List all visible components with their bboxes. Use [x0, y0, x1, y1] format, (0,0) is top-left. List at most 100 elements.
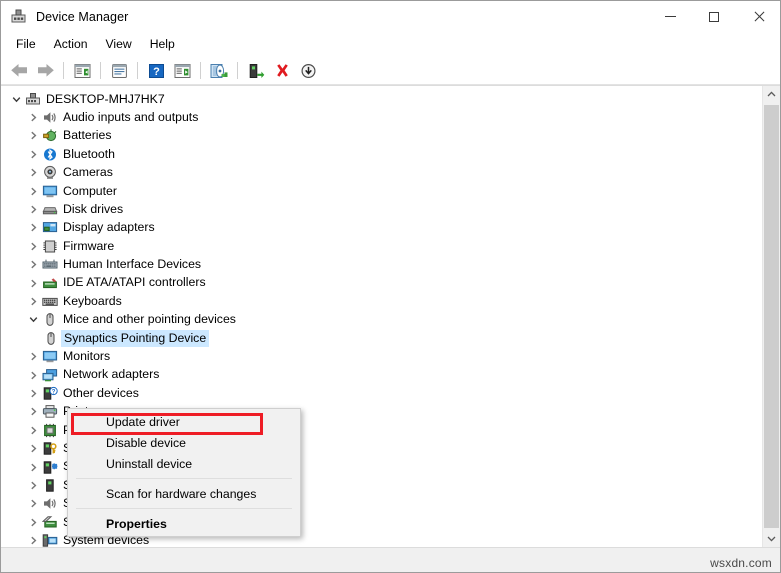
tree-node-display-adapters[interactable]: Display adapters — [1, 219, 762, 237]
chevron-right-icon[interactable] — [25, 499, 41, 508]
chevron-right-icon[interactable] — [25, 481, 41, 490]
chevron-right-icon[interactable] — [25, 536, 41, 545]
chevron-right-icon[interactable] — [25, 297, 41, 306]
chevron-right-icon[interactable] — [25, 463, 41, 472]
chevron-right-icon[interactable] — [25, 279, 41, 288]
menu-action[interactable]: Action — [45, 35, 97, 54]
tree-node-computer[interactable]: Computer — [1, 182, 762, 200]
context-menu[interactable]: Update driver Disable device Uninstall d… — [67, 408, 301, 537]
vertical-scrollbar[interactable] — [762, 86, 780, 547]
tree-node-mice-and-other-pointing-devices[interactable]: Mice and other pointing devices — [1, 311, 762, 329]
tree-node-audio-inputs-and-outputs[interactable]: Audio inputs and outputs — [1, 108, 762, 126]
chevron-down-icon[interactable] — [8, 95, 24, 104]
tree-node-label: Other devices — [63, 385, 139, 400]
battery-icon — [41, 128, 59, 144]
menu-file[interactable]: File — [7, 35, 45, 54]
chevron-right-icon[interactable] — [25, 389, 41, 398]
tree-node-label: Computer — [63, 183, 117, 198]
toolbar-separator-2 — [100, 62, 101, 79]
back-button[interactable] — [6, 59, 32, 83]
enable-device-icon — [248, 63, 265, 79]
tree-node-disk-drives[interactable]: Disk drives — [1, 200, 762, 218]
chevron-down-icon[interactable] — [25, 315, 41, 324]
display-adapter-icon — [41, 220, 59, 236]
tree-node-human-interface-devices[interactable]: Human Interface Devices — [1, 256, 762, 274]
mouse-icon — [42, 330, 60, 346]
toolbar-separator-5 — [237, 62, 238, 79]
show-hide-console-tree-button[interactable] — [69, 59, 95, 83]
tree-node-ide-ata-atapi-controllers[interactable]: IDE ATA/ATAPI controllers — [1, 274, 762, 292]
chevron-right-icon[interactable] — [25, 205, 41, 214]
scroll-up-button[interactable] — [763, 86, 780, 103]
window-title: Device Manager — [36, 9, 129, 24]
tree-node-label: Firmware — [63, 238, 115, 253]
chevron-right-icon[interactable] — [25, 187, 41, 196]
tree-node-firmware[interactable]: Firmware — [1, 237, 762, 255]
context-menu-item-uninstall-device[interactable]: Uninstall device — [68, 453, 300, 474]
forward-icon — [36, 63, 55, 78]
chevron-right-icon[interactable] — [25, 242, 41, 251]
chevron-right-icon[interactable] — [25, 223, 41, 232]
software-component-icon — [41, 459, 59, 475]
toolbar-separator-1 — [63, 62, 64, 79]
help-button[interactable]: ? — [143, 59, 169, 83]
forward-button[interactable] — [32, 59, 58, 83]
context-menu-item-properties[interactable]: Properties — [68, 513, 300, 534]
enable-device-button[interactable] — [243, 59, 269, 83]
chevron-right-icon[interactable] — [25, 352, 41, 361]
chevron-right-icon[interactable] — [25, 131, 41, 140]
chevron-right-icon[interactable] — [25, 168, 41, 177]
tree-root-label: DESKTOP-MHJ7HK7 — [46, 91, 165, 106]
tree-node-monitors[interactable]: Monitors — [1, 347, 762, 365]
firmware-icon — [41, 238, 59, 254]
uninstall-device-button[interactable] — [269, 59, 295, 83]
maximize-icon — [709, 11, 719, 22]
chevron-right-icon[interactable] — [25, 371, 41, 380]
toolbar-separator-3 — [137, 62, 138, 79]
tree-node-label: Disk drives — [63, 201, 124, 216]
disable-device-icon — [300, 63, 317, 79]
chevron-right-icon[interactable] — [25, 426, 41, 435]
chevron-right-icon[interactable] — [25, 407, 41, 416]
chevron-right-icon[interactable] — [25, 444, 41, 453]
tree-node-label: Mice and other pointing devices — [63, 312, 236, 327]
menu-bar: File Action View Help — [1, 32, 780, 57]
tree-root-node[interactable]: DESKTOP-MHJ7HK7 — [1, 90, 762, 108]
tree-node-cameras[interactable]: Cameras — [1, 164, 762, 182]
properties-button[interactable] — [106, 59, 132, 83]
context-menu-item-scan-for-hardware-changes[interactable]: Scan for hardware changes — [68, 483, 300, 504]
update-driver-icon — [209, 63, 229, 79]
maximize-button[interactable] — [692, 1, 736, 32]
back-icon — [10, 63, 29, 78]
chevron-right-icon[interactable] — [25, 518, 41, 527]
tree-node-label: Batteries — [63, 128, 112, 143]
tree-node-other-devices[interactable]: ? Other devices — [1, 384, 762, 402]
context-menu-item-disable-device[interactable]: Disable device — [68, 432, 300, 453]
tree-node-keyboards[interactable]: Keyboards — [1, 292, 762, 310]
svg-text:?: ? — [52, 389, 56, 395]
tree-node-bluetooth[interactable]: Bluetooth — [1, 145, 762, 163]
tree-node-batteries[interactable]: Batteries — [1, 127, 762, 145]
scroll-down-button[interactable] — [763, 530, 780, 547]
scrollbar-thumb[interactable] — [764, 105, 779, 528]
tree-node-label: Audio inputs and outputs — [63, 109, 199, 124]
device-tree[interactable]: DESKTOP-MHJ7HK7 Audio inputs and outputs — [1, 86, 762, 547]
minimize-button[interactable] — [648, 1, 692, 32]
chevron-right-icon[interactable] — [25, 113, 41, 122]
scrollbar-track[interactable] — [763, 103, 780, 530]
scan-for-hardware-changes-button[interactable] — [169, 59, 195, 83]
context-menu-separator-1 — [76, 478, 292, 479]
update-driver-button[interactable] — [206, 59, 232, 83]
security-device-icon — [41, 441, 59, 457]
chevron-right-icon[interactable] — [25, 150, 41, 159]
close-icon — [753, 11, 764, 22]
computer-root-icon — [24, 91, 42, 107]
tree-node-network-adapters[interactable]: Network adapters — [1, 366, 762, 384]
close-button[interactable] — [736, 1, 780, 32]
tree-node-synaptics-pointing-device[interactable]: Synaptics Pointing Device — [1, 329, 762, 348]
menu-help[interactable]: Help — [141, 35, 184, 54]
disable-device-button[interactable] — [295, 59, 321, 83]
menu-view[interactable]: View — [97, 35, 141, 54]
chevron-right-icon[interactable] — [25, 260, 41, 269]
context-menu-item-update-driver[interactable]: Update driver — [68, 411, 300, 432]
